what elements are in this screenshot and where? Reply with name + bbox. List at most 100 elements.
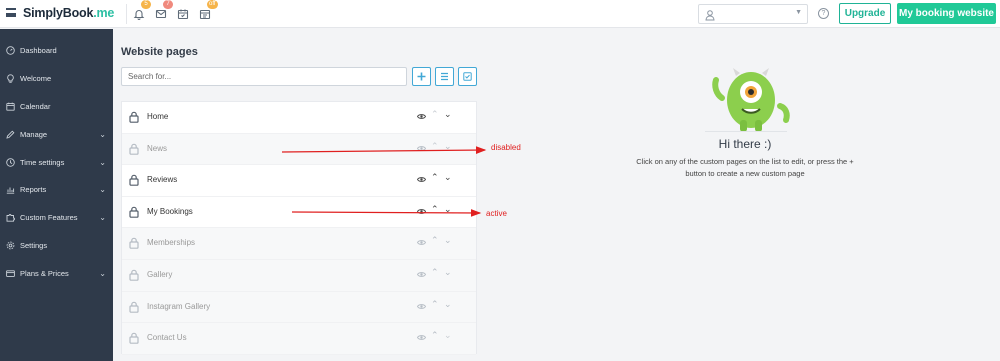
move-down-icon[interactable]: ⌄	[444, 172, 452, 183]
user-icon	[705, 8, 715, 21]
sidebar-item-reports[interactable]: Reports ⌄	[0, 180, 113, 200]
page-label: Contact Us	[147, 333, 187, 343]
page-row[interactable]: Home ⌃ ⌄	[122, 102, 476, 134]
move-up-icon[interactable]: ⌃	[431, 299, 439, 310]
sidebar-item-plans-prices[interactable]: Plans & Prices ⌄	[0, 264, 113, 284]
page-row[interactable]: Instagram Gallery ⌃ ⌄	[122, 291, 476, 324]
page-row[interactable]: My Bookings ⌃ ⌄	[122, 197, 476, 229]
eye-icon[interactable]	[417, 208, 426, 215]
chevron-down-icon: ⌄	[99, 213, 106, 222]
page-title: Website pages	[121, 46, 198, 58]
sidebar-item-label: Time settings	[20, 158, 65, 167]
lock-icon	[129, 332, 139, 344]
logo-initial: S	[23, 6, 32, 20]
eye-icon[interactable]	[417, 145, 426, 152]
page-label: Reviews	[147, 175, 178, 185]
page-label: News	[147, 143, 168, 153]
sidebar-item-settings[interactable]: Settings	[0, 236, 113, 256]
mail-icon[interactable]: 7	[155, 0, 173, 20]
move-up-icon[interactable]: ⌃	[431, 204, 439, 215]
move-down-icon[interactable]: ⌄	[444, 141, 452, 152]
upgrade-button[interactable]: Upgrade	[839, 3, 891, 24]
empty-state-text: Click on any of the custom pages on the …	[636, 157, 854, 178]
sidebar-item-label: Dashboard	[20, 46, 57, 55]
page-row[interactable]: Contact Us ⌃ ⌄	[122, 323, 476, 355]
move-down-icon[interactable]: ⌄	[444, 204, 452, 215]
lock-icon	[129, 174, 139, 186]
sidebar-item-time-settings[interactable]: Time settings ⌄	[0, 153, 113, 173]
page-label: My Bookings	[147, 206, 193, 216]
chevron-down-icon: ▼	[795, 9, 802, 16]
my-booking-website-button[interactable]: My booking website	[897, 3, 996, 24]
annotation-disabled-label: disabled	[491, 143, 521, 152]
eye-icon[interactable]	[417, 334, 426, 341]
sidebar-item-label: Calendar	[20, 102, 51, 111]
page-label: Home	[147, 112, 169, 121]
sidebar-item-manage[interactable]: Manage ⌄	[0, 125, 113, 145]
move-down-icon: ⌄	[444, 330, 452, 341]
move-up-icon[interactable]: ⌃	[431, 267, 439, 278]
sidebar-item-dashboard[interactable]: Dashboard	[0, 41, 113, 61]
sidebar-item-label: Settings	[20, 241, 48, 250]
help-icon[interactable]: ?	[818, 8, 829, 19]
page-row[interactable]: News ⌃ ⌄	[122, 133, 476, 166]
chevron-down-icon: ⌄	[99, 269, 106, 278]
calendar-icon	[6, 102, 15, 111]
search-input[interactable]	[121, 67, 407, 86]
page-label: Instagram Gallery	[147, 301, 211, 311]
logo-text: implyBook	[31, 6, 94, 20]
logo-suffix: .me	[93, 6, 115, 20]
logo[interactable]: SimplyBook.me	[23, 6, 114, 20]
eye-icon[interactable]	[417, 239, 426, 246]
menu-icon[interactable]	[6, 8, 16, 17]
page-row[interactable]: Gallery ⌃ ⌄	[122, 260, 476, 292]
select-mode-button[interactable]	[458, 67, 477, 86]
divider	[126, 4, 127, 24]
tasks-badge: off	[207, 0, 218, 9]
divider	[705, 131, 787, 132]
eye-icon[interactable]	[417, 176, 426, 183]
move-down-icon[interactable]: ⌄	[444, 267, 452, 278]
list-view-button[interactable]	[435, 67, 454, 86]
gear-icon	[6, 241, 15, 250]
sidebar-item-label: Manage	[20, 130, 48, 139]
move-up-icon: ⌃	[431, 109, 439, 119]
dashboard-icon	[6, 46, 15, 55]
pencil-icon	[6, 130, 15, 139]
eye-icon[interactable]	[417, 113, 426, 120]
eye-icon[interactable]	[417, 303, 426, 310]
sidebar-item-label: Custom Features	[20, 213, 78, 222]
page-label: Gallery	[147, 270, 173, 279]
sidebar-item-label: Reports	[20, 185, 47, 194]
move-down-icon[interactable]: ⌄	[444, 299, 452, 310]
annotation-active-label: active	[486, 209, 507, 218]
move-up-icon[interactable]: ⌃	[431, 172, 439, 183]
clock-icon	[6, 158, 15, 167]
empty-state-heading: Hi there :)	[718, 137, 772, 151]
eye-icon[interactable]	[417, 271, 426, 278]
sidebar: Dashboard Welcome Calendar Manage ⌄ Time…	[0, 29, 113, 361]
page-row[interactable]: Reviews ⌃ ⌄	[122, 165, 476, 197]
chevron-down-icon: ⌄	[99, 158, 106, 167]
notifications-badge: 5	[141, 0, 151, 9]
move-down-icon[interactable]: ⌄	[444, 235, 452, 246]
notifications-bell-icon[interactable]: 5	[133, 0, 151, 20]
calendar-check-icon[interactable]	[177, 8, 189, 20]
move-up-icon[interactable]: ⌃	[431, 235, 439, 246]
tasks-icon[interactable]: off	[199, 0, 218, 20]
user-dropdown[interactable]: ▼	[698, 4, 808, 24]
website-pages-list: Home ⌃ ⌄ News ⌃ ⌄ Reviews ⌃ ⌄ My Bookings ⌃ ⌄ Member…	[121, 101, 477, 355]
add-page-button[interactable]	[412, 67, 431, 86]
move-up-icon[interactable]: ⌃	[431, 330, 439, 341]
bar-chart-icon	[6, 185, 15, 194]
sidebar-item-calendar[interactable]: Calendar	[0, 97, 113, 117]
page-row[interactable]: Memberships ⌃ ⌄	[122, 228, 476, 260]
move-down-icon[interactable]: ⌄	[444, 109, 452, 120]
sidebar-item-welcome[interactable]: Welcome	[0, 69, 113, 89]
sidebar-item-label: Plans & Prices	[20, 269, 69, 278]
sidebar-item-custom-features[interactable]: Custom Features ⌄	[0, 208, 113, 228]
lightbulb-icon	[6, 74, 15, 83]
move-up-icon: ⌃	[431, 140, 439, 151]
puzzle-icon	[6, 213, 15, 222]
messages-badge: 7	[163, 0, 173, 9]
